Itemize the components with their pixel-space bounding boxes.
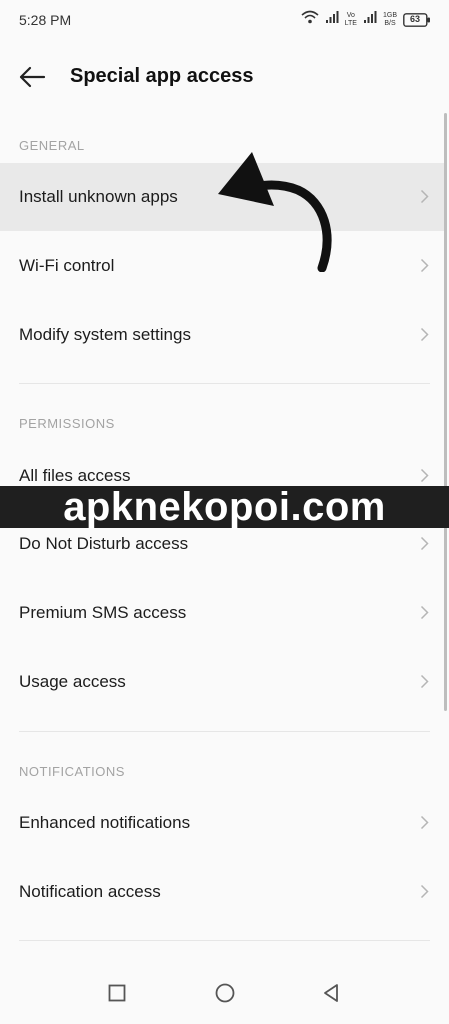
watermark-banner: apknekopoi.com — [0, 486, 449, 528]
list-item-notification-access[interactable]: Notification access — [0, 858, 445, 926]
chevron-right-icon — [420, 189, 429, 204]
list-item-enhanced-notifications[interactable]: Enhanced notifications — [0, 789, 445, 857]
network-speed: 1GB B/S — [383, 12, 397, 28]
arrow-left-icon — [19, 66, 46, 88]
chevron-right-icon — [420, 258, 429, 273]
list-item-label: Enhanced notifications — [19, 813, 191, 832]
back-triangle-icon — [324, 984, 338, 1002]
page-title: Special app access — [70, 65, 254, 87]
chevron-right-icon — [420, 536, 429, 551]
status-bar: 5:28 PM Vo LTE 1GB B/S 63 — [0, 0, 449, 42]
status-time: 5:28 PM — [19, 12, 72, 28]
signal-icon — [325, 10, 339, 29]
section-header-permissions: PERMISSIONS — [19, 416, 115, 431]
speed-bottom: B/S — [384, 19, 396, 27]
watermark-text: apknekopoi.com — [63, 485, 386, 529]
section-divider — [19, 731, 430, 732]
recents-button[interactable] — [102, 978, 132, 1008]
list-item-modify-system-settings[interactable]: Modify system settings — [0, 301, 445, 369]
list-item-label: Usage access — [19, 672, 126, 691]
list-item-label: Install unknown apps — [19, 187, 178, 206]
list-item-label: Notification access — [19, 882, 161, 901]
home-button[interactable] — [210, 978, 240, 1008]
wifi-icon — [301, 10, 319, 29]
back-button[interactable] — [12, 60, 52, 94]
chevron-right-icon — [420, 815, 429, 830]
list-item-label: Do Not Disturb access — [19, 534, 189, 553]
volte-indicator: Vo LTE — [345, 12, 357, 28]
recents-square-icon — [108, 984, 126, 1002]
battery-level: 63 — [409, 13, 420, 24]
section-header-notifications: NOTIFICATIONS — [19, 764, 125, 779]
chevron-right-icon — [420, 605, 429, 620]
scrollbar[interactable] — [444, 113, 447, 711]
section-header-general: GENERAL — [19, 138, 85, 153]
nav-back-button[interactable] — [316, 978, 346, 1008]
list-item-label: Wi-Fi control — [19, 256, 115, 275]
battery-icon: 63 — [403, 12, 431, 27]
home-circle-icon — [215, 983, 235, 1003]
section-divider — [19, 383, 430, 384]
status-icons: Vo LTE 1GB B/S 63 — [301, 10, 431, 29]
list-item-label: All files access — [19, 466, 131, 485]
speed-top: 1GB — [382, 11, 397, 19]
navigation-bar — [0, 960, 449, 1024]
chevron-right-icon — [420, 327, 429, 342]
chevron-right-icon — [420, 884, 429, 899]
volte-bottom: LTE — [344, 19, 357, 27]
chevron-right-icon — [420, 674, 429, 689]
list-item-label: Premium SMS access — [19, 603, 187, 622]
volte-top: Vo — [346, 11, 355, 19]
list-item-label: Modify system settings — [19, 325, 191, 344]
section-divider — [19, 940, 430, 941]
list-item-usage-access[interactable]: Usage access — [0, 648, 445, 716]
app-bar: Special app access — [0, 48, 449, 106]
signal-icon — [363, 10, 377, 29]
annotation-arrow-icon — [218, 152, 332, 272]
list-item-premium-sms-access[interactable]: Premium SMS access — [0, 579, 445, 647]
chevron-right-icon — [420, 468, 429, 483]
